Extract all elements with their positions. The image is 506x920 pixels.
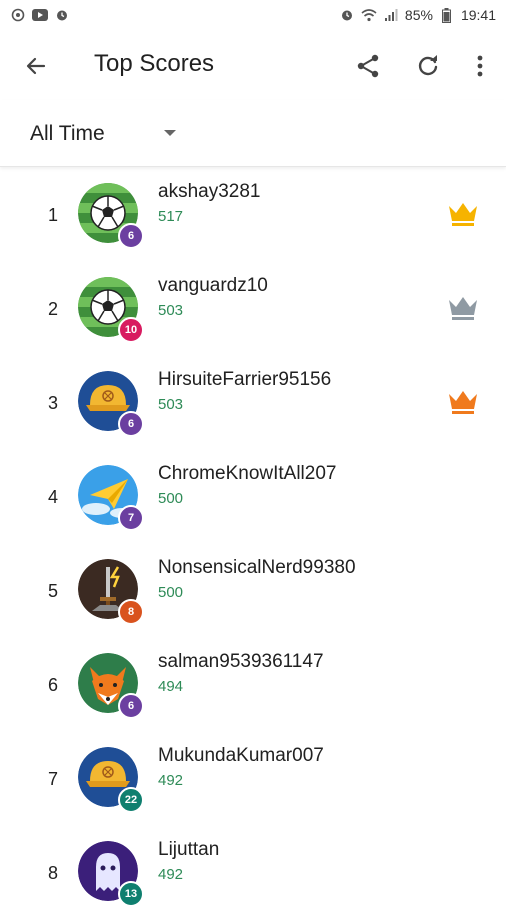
wifi-icon	[361, 7, 377, 23]
app-bar: Top Scores	[0, 30, 506, 100]
avatar[interactable]: 8	[78, 559, 144, 625]
level-badge: 22	[118, 787, 144, 813]
avatar[interactable]: 13	[78, 841, 144, 907]
leaderboard-row[interactable]: 5 8 NonsensicalNerd99380 500	[0, 544, 506, 638]
level-badge: 8	[118, 599, 144, 625]
status-right-icons: 85% 19:41	[339, 7, 496, 23]
refresh-icon	[418, 55, 438, 76]
rank-number: 5	[47, 580, 58, 601]
avatar[interactable]: 7	[78, 465, 144, 531]
signal-icon	[383, 7, 399, 23]
alarm-icon	[339, 7, 355, 23]
battery-icon	[439, 7, 455, 23]
player-name: Lijuttan	[158, 839, 220, 860]
leaderboard-row[interactable]: 6 6 salman9539361147 494	[0, 638, 506, 732]
camera-icon	[10, 7, 26, 23]
status-left-icons	[10, 7, 70, 23]
avatar[interactable]: 6	[78, 371, 144, 437]
rank-number: 3	[47, 392, 58, 413]
bronze-crown-icon	[446, 384, 480, 418]
clock: 19:41	[460, 7, 496, 23]
player-name: ChromeKnowItAll207	[158, 463, 337, 484]
time-filter-bar: All Time	[0, 100, 506, 167]
time-filter-dropdown[interactable]: All Time	[0, 100, 200, 166]
rank-number: 7	[47, 768, 58, 789]
player-name: NonsensicalNerd99380	[158, 557, 356, 578]
back-button[interactable]	[18, 48, 54, 84]
refresh-button[interactable]	[410, 48, 446, 84]
gold-crown-icon	[446, 196, 480, 230]
player-name: MukundaKumar007	[158, 745, 324, 766]
rank-number: 6	[47, 674, 58, 695]
avatar[interactable]: 6	[78, 183, 144, 249]
status-bar: 85% 19:41	[0, 0, 506, 30]
dropdown-arrow-icon	[164, 130, 176, 136]
player-score: 503	[158, 302, 184, 319]
avatar[interactable]: 6	[78, 653, 144, 719]
share-icon	[357, 54, 379, 78]
player-name: vanguardz10	[158, 275, 268, 296]
leaderboard-row[interactable]: 1 6 akshay3281 517	[0, 168, 506, 262]
rank-number: 2	[47, 298, 58, 319]
player-score: 494	[158, 678, 184, 695]
level-badge: 6	[118, 693, 144, 719]
level-badge: 7	[118, 505, 144, 531]
time-filter-selected: All Time	[30, 122, 105, 145]
level-badge: 10	[118, 317, 144, 343]
player-score: 503	[158, 396, 184, 413]
avatar[interactable]: 22	[78, 747, 144, 813]
leaderboard-row[interactable]: 3 6 HirsuiteFarrier95156 503	[0, 356, 506, 450]
player-score: 500	[158, 490, 184, 507]
rank-number: 8	[47, 862, 58, 883]
youtube-icon	[32, 7, 48, 23]
leaderboard-row[interactable]: 7 22 MukundaKumar007 492	[0, 732, 506, 826]
share-button[interactable]	[350, 48, 386, 84]
more-vert-icon	[477, 55, 483, 77]
arrow-back-icon	[26, 57, 46, 75]
avatar[interactable]: 10	[78, 277, 144, 343]
level-badge: 13	[118, 881, 144, 907]
player-name: HirsuiteFarrier95156	[158, 369, 332, 390]
page-title: Top Scores	[94, 50, 215, 77]
rank-number: 4	[47, 486, 58, 507]
player-score: 492	[158, 772, 184, 789]
player-score: 500	[158, 584, 184, 601]
leaderboard-row[interactable]: 2 10 vanguardz10 503	[0, 262, 506, 356]
player-name: salman9539361147	[158, 651, 324, 672]
more-options-button[interactable]	[462, 48, 498, 84]
level-badge: 6	[118, 223, 144, 249]
silver-crown-icon	[446, 290, 480, 324]
rank-number: 1	[47, 204, 58, 225]
battery-percent: 85%	[404, 7, 433, 23]
player-name: akshay3281	[158, 181, 261, 202]
leaderboard-row[interactable]: 8 13 Lijuttan 492	[0, 826, 506, 920]
player-score: 492	[158, 866, 184, 883]
level-badge: 6	[118, 411, 144, 437]
player-score: 517	[158, 208, 184, 225]
leaderboard-row[interactable]: 4 7 ChromeKnowItAll207 500	[0, 450, 506, 544]
alarm-icon	[54, 7, 70, 23]
